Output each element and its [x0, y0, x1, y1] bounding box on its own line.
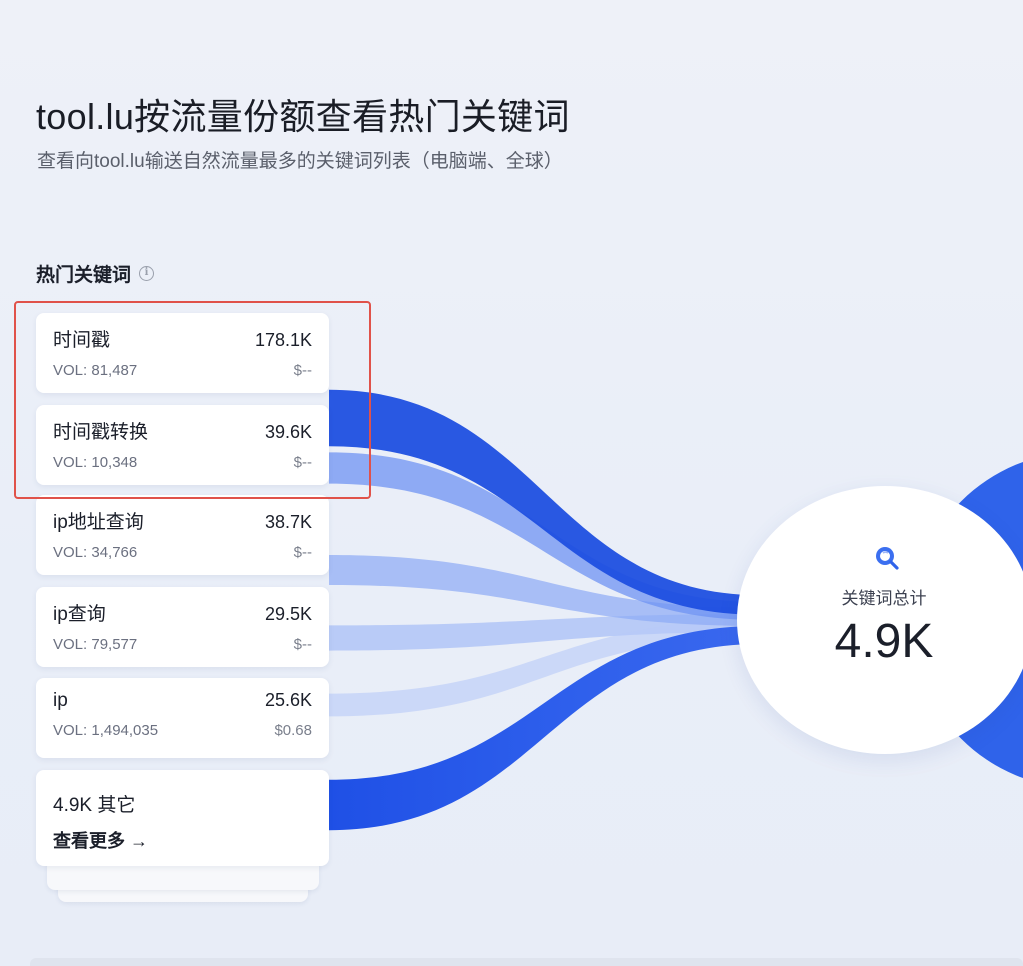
other-keywords-label: 4.9K 其它 [53, 795, 136, 816]
keyword-card[interactable]: ip查询 29.5K VOL: 79,577 $-- [36, 587, 329, 667]
keyword-traffic: 38.7K [264, 512, 312, 532]
keyword-volume: VOL: 34,766 [53, 544, 138, 561]
keyword-cpc: $0.68 [274, 722, 312, 739]
view-more-link[interactable]: 查看更多 → [53, 827, 312, 853]
keyword-total-value: 4.9K [834, 615, 934, 668]
keyword-volume: VOL: 79,577 [53, 636, 138, 653]
flow-ribbon-other [329, 626, 760, 831]
keyword-volume: VOL: 81,487 [53, 362, 138, 379]
keyword-card[interactable]: ip 25.6K VOL: 1,494,035 $0.68 [36, 678, 329, 758]
keyword-name: ip [53, 690, 68, 711]
search-icon [876, 547, 899, 570]
keyword-traffic: 178.1K [254, 330, 312, 350]
other-keywords-card[interactable]: 4.9K 其它 查看更多 → [36, 770, 329, 866]
keyword-name: 时间戳 [53, 330, 111, 351]
bottom-panel-edge [30, 958, 1023, 966]
keyword-traffic: 25.6K [264, 690, 312, 710]
keyword-volume: VOL: 1,494,035 [53, 722, 159, 739]
keyword-card[interactable]: 时间戳 178.1K VOL: 81,487 $-- [36, 313, 329, 393]
keyword-traffic: 39.6K [264, 422, 312, 442]
keyword-total-label: 关键词总计 [841, 589, 927, 608]
keyword-cpc: $-- [293, 454, 312, 471]
keyword-traffic: 29.5K [264, 604, 312, 624]
keyword-card[interactable]: 时间戳转换 39.6K VOL: 10,348 $-- [36, 405, 329, 485]
keyword-cpc: $-- [293, 636, 312, 653]
keyword-name: 时间戳转换 [53, 422, 149, 443]
keyword-cpc: $-- [293, 544, 312, 561]
keyword-volume: VOL: 10,348 [53, 454, 138, 471]
keyword-card[interactable]: ip地址查询 38.7K VOL: 34,766 $-- [36, 495, 329, 575]
keyword-name: ip地址查询 [53, 512, 144, 533]
keyword-cpc: $-- [293, 362, 312, 379]
keyword-name: ip查询 [53, 604, 106, 625]
keyword-total-circle: 关键词总计 4.9K [737, 486, 1023, 754]
